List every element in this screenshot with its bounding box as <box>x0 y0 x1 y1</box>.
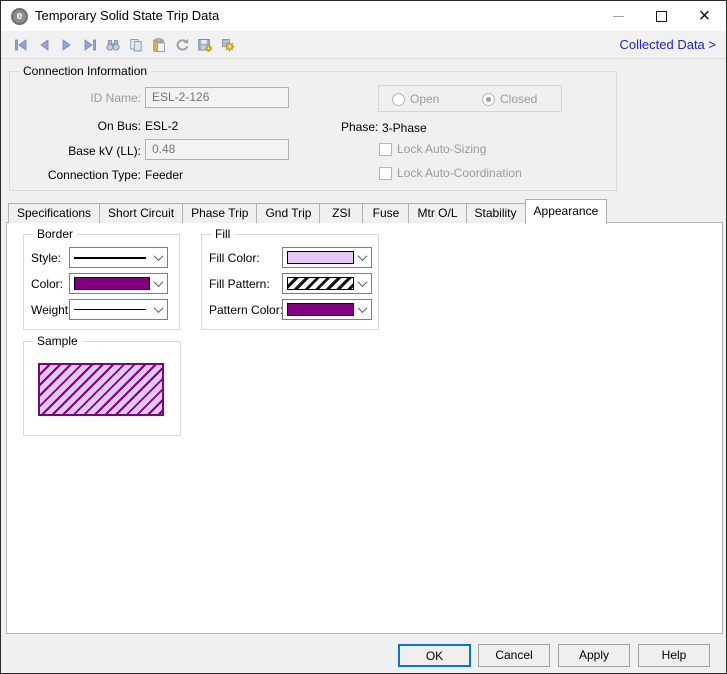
border-weight-dropdown[interactable] <box>69 299 168 320</box>
ok-button[interactable]: OK <box>398 644 471 667</box>
radio-closed-label: Closed <box>500 92 537 106</box>
chevron-down-icon <box>150 274 167 293</box>
save-options-icon[interactable] <box>197 37 213 53</box>
lock-autocoordination-label: Lock Auto-Coordination <box>397 166 522 180</box>
radio-closed-dot <box>486 97 491 102</box>
fill-color-label: Fill Color: <box>209 250 260 266</box>
tab-fuse[interactable]: Fuse <box>362 203 409 223</box>
pattern-color-swatch <box>287 303 354 316</box>
next-record-icon[interactable] <box>59 37 75 53</box>
maximize-icon <box>656 11 667 22</box>
radio-open-label: Open <box>410 92 439 106</box>
previous-record-icon[interactable] <box>36 37 52 53</box>
lock-autocoordination-checkbox: Lock Auto-Coordination <box>379 166 522 180</box>
fill-group-title: Fill <box>211 227 234 242</box>
border-group-title: Border <box>33 227 77 242</box>
cancel-button[interactable]: Cancel <box>478 644 550 667</box>
border-color-dropdown[interactable] <box>69 273 168 294</box>
border-weight-preview <box>70 300 150 319</box>
phase-label: Phase: <box>341 119 378 135</box>
id-name-label: ID Name: <box>9 90 141 106</box>
border-weight-label: Weight: <box>31 302 71 318</box>
last-record-icon[interactable] <box>82 37 98 53</box>
connection-type-label: Connection Type: <box>9 167 141 183</box>
chevron-down-icon <box>354 248 371 267</box>
lock-autocoordination-box <box>379 167 392 180</box>
id-name-field: ESL-2-126 <box>145 87 289 108</box>
close-button[interactable]: × <box>683 1 726 31</box>
open-closed-group: Open Closed <box>378 85 562 112</box>
border-style-dropdown[interactable] <box>69 247 168 268</box>
lock-autosizing-checkbox: Lock Auto-Sizing <box>379 142 486 156</box>
help-button[interactable]: Help <box>638 644 710 667</box>
fill-pattern-swatch <box>287 277 354 290</box>
radio-open-circle <box>392 93 405 106</box>
phase-value: 3-Phase <box>382 120 427 136</box>
pattern-color-label: Pattern Color: <box>209 302 283 318</box>
border-color-label: Color: <box>31 276 63 292</box>
lock-autosizing-label: Lock Auto-Sizing <box>397 142 486 156</box>
tab-gnd-trip[interactable]: Gnd Trip <box>256 203 320 223</box>
pattern-color-dropdown[interactable] <box>282 299 372 320</box>
tab-strip: Specifications Short Circuit Phase Trip … <box>8 198 606 223</box>
close-icon: × <box>699 6 711 26</box>
tab-appearance[interactable]: Appearance <box>525 199 608 224</box>
connection-type-value: Feeder <box>145 167 183 183</box>
minimize-icon <box>613 16 624 17</box>
sample-group-title: Sample <box>33 334 82 349</box>
lock-autosizing-box <box>379 143 392 156</box>
border-style-label: Style: <box>31 250 61 266</box>
radio-closed: Closed <box>482 92 537 106</box>
first-record-icon[interactable] <box>13 37 29 53</box>
connection-info-title: Connection Information <box>19 64 151 79</box>
tab-zsi[interactable]: ZSI <box>319 203 363 223</box>
sample-preview <box>38 363 164 416</box>
tab-specifications[interactable]: Specifications <box>8 203 100 223</box>
collected-data-link[interactable]: Collected Data > <box>620 37 716 52</box>
undo-icon[interactable] <box>174 37 190 53</box>
chevron-down-icon <box>354 274 371 293</box>
maximize-button[interactable] <box>640 1 683 31</box>
tab-short-circuit[interactable]: Short Circuit <box>99 203 183 223</box>
base-kv-field: 0.48 <box>145 139 289 160</box>
border-style-preview <box>70 248 150 267</box>
window-title: Temporary Solid State Trip Data <box>35 1 219 31</box>
on-bus-value: ESL-2 <box>145 118 178 134</box>
base-kv-label: Base kV (LL): <box>9 143 141 159</box>
apply-button[interactable]: Apply <box>558 644 630 667</box>
tab-stability[interactable]: Stability <box>466 203 526 223</box>
border-color-swatch <box>74 277 150 290</box>
tab-mtr-ol[interactable]: Mtr O/L <box>408 203 466 223</box>
options-icon[interactable] <box>220 37 236 53</box>
fill-pattern-label: Fill Pattern: <box>209 276 270 292</box>
radio-open: Open <box>392 92 439 106</box>
title-bar: e Temporary Solid State Trip Data × <box>1 1 726 31</box>
fill-color-swatch <box>287 251 354 264</box>
paste-icon[interactable] <box>151 37 167 53</box>
copy-icon[interactable] <box>128 37 144 53</box>
dialog-window: e Temporary Solid State Trip Data × <box>0 0 727 674</box>
chevron-down-icon <box>354 300 371 319</box>
fill-pattern-dropdown[interactable] <box>282 273 372 294</box>
find-icon[interactable] <box>105 37 121 53</box>
radio-closed-circle <box>482 93 495 106</box>
on-bus-label: On Bus: <box>9 118 141 134</box>
tab-phase-trip[interactable]: Phase Trip <box>182 203 257 223</box>
toolbar: Collected Data > <box>1 31 726 59</box>
app-icon: e <box>11 8 28 25</box>
chevron-down-icon <box>150 248 167 267</box>
minimize-button[interactable] <box>597 1 640 31</box>
fill-color-dropdown[interactable] <box>282 247 372 268</box>
chevron-down-icon <box>150 300 167 319</box>
